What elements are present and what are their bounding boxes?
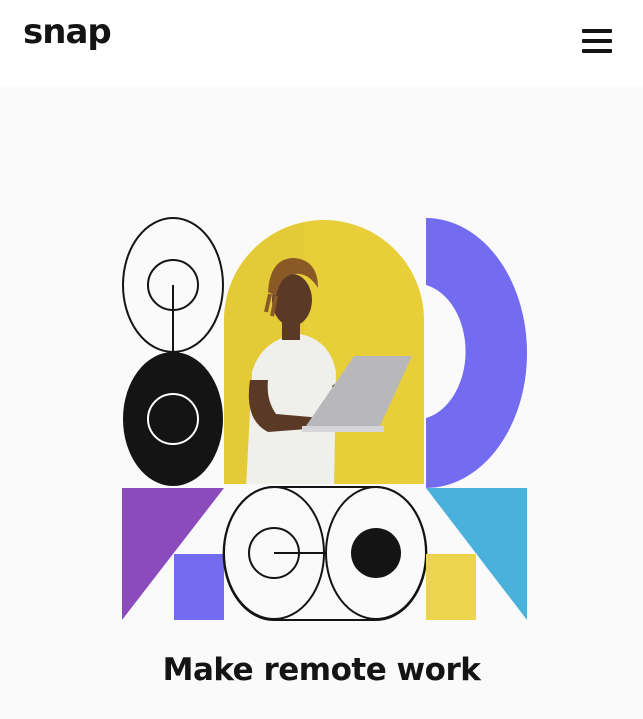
violet-square	[174, 554, 224, 620]
menu-bar-bottom	[582, 49, 612, 53]
hamburger-menu-icon[interactable]	[582, 29, 612, 54]
menu-bar-middle	[582, 39, 612, 43]
hero-illustration	[122, 217, 527, 621]
brand-logo[interactable]: snap	[23, 12, 112, 52]
black-ellipse	[123, 352, 223, 486]
outlined-ellipse-top	[122, 217, 224, 353]
hero-headline: Make remote work	[162, 652, 481, 688]
person-with-laptop-photo	[224, 220, 424, 484]
site-header: snap	[0, 0, 643, 86]
violet-half-ring	[426, 218, 527, 488]
yellow-square	[426, 554, 476, 620]
menu-bar-top	[582, 29, 612, 33]
hero-section: Make remote work	[0, 86, 643, 719]
outlined-capsules	[222, 486, 428, 621]
